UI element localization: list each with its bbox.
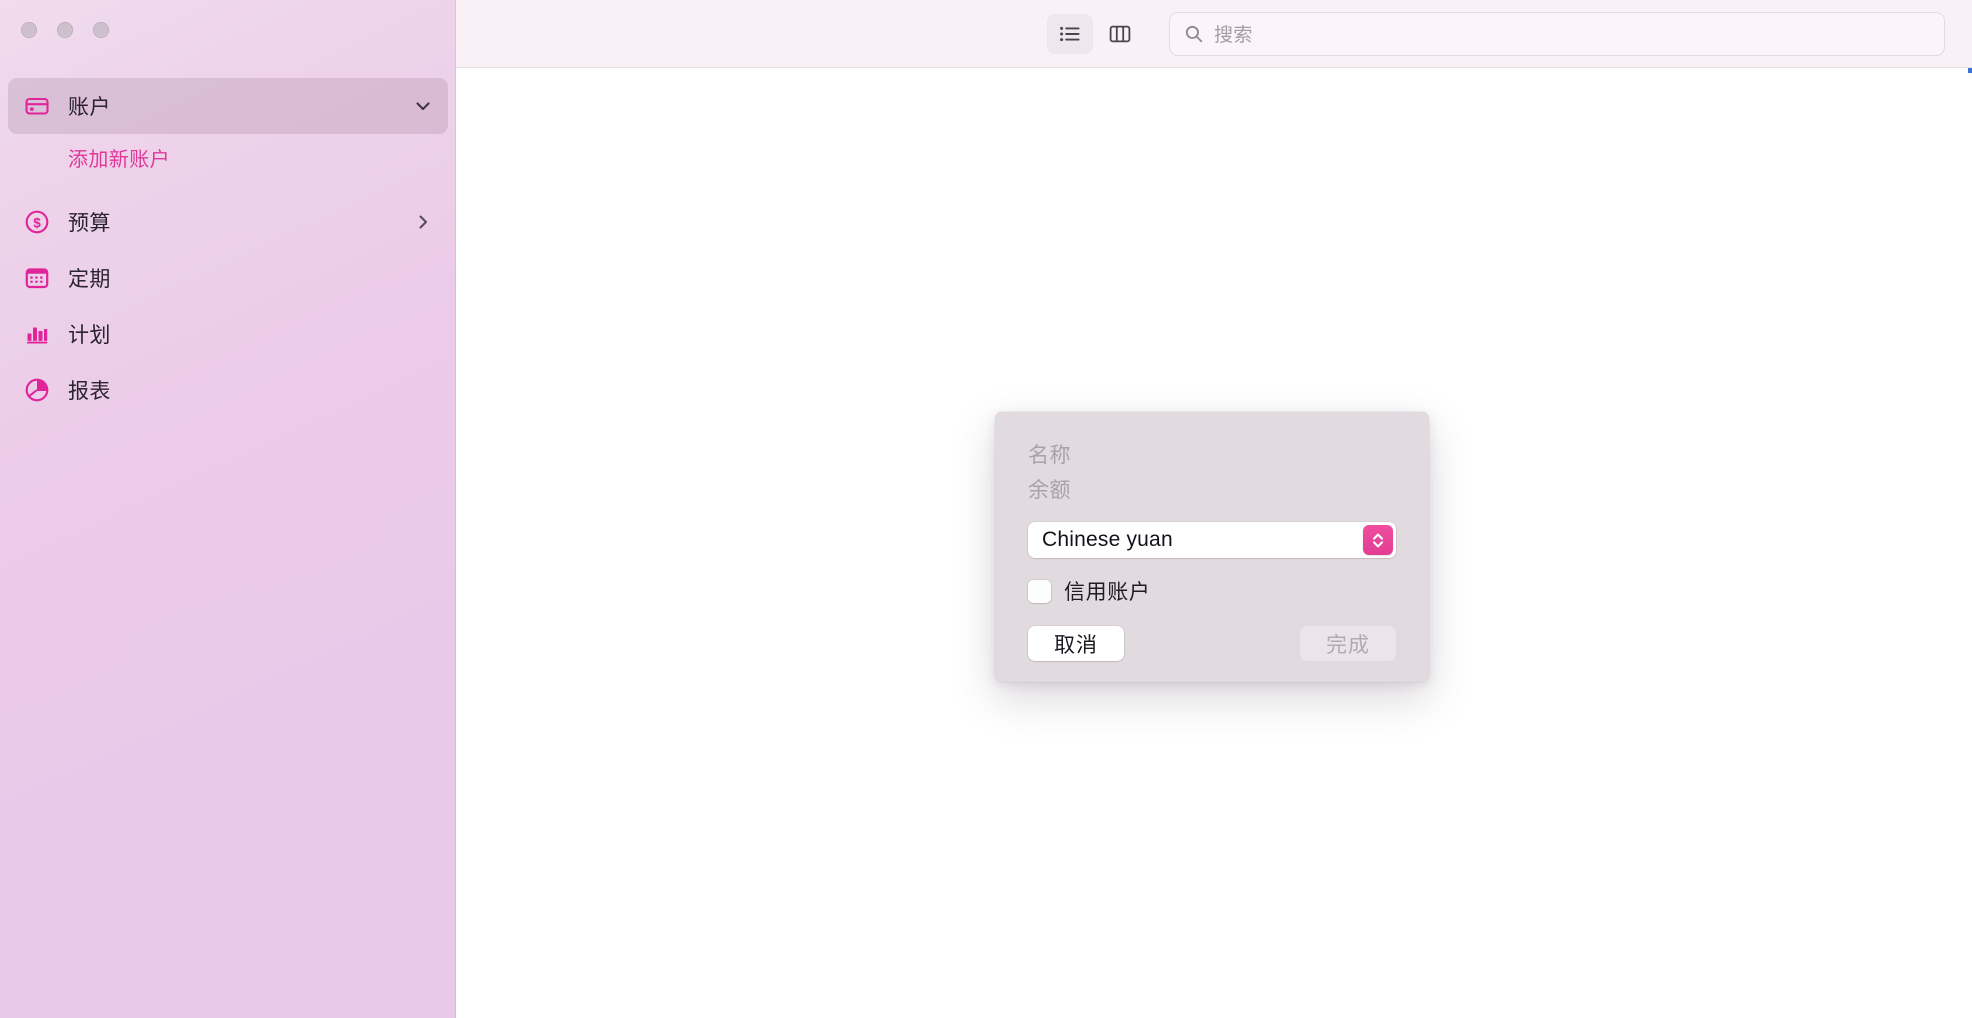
- toolbar: 搜索: [456, 0, 1972, 68]
- name-field[interactable]: 名称: [1028, 438, 1396, 473]
- window-controls: [21, 22, 109, 38]
- content-area: 名称 余额 Chinese yuan 信用账户 取消 完成: [456, 68, 1972, 1018]
- sidebar-item-reports[interactable]: 报表: [8, 362, 448, 418]
- credit-account-row[interactable]: 信用账户: [1028, 576, 1396, 606]
- chevron-right-icon[interactable]: [412, 211, 434, 233]
- chevron-down-icon[interactable]: [412, 95, 434, 117]
- dollar-circle-icon: $: [22, 207, 52, 237]
- minimize-button[interactable]: [57, 22, 73, 38]
- sidebar-item-plan[interactable]: 计划: [8, 306, 448, 362]
- sidebar-item-label: 计划: [68, 324, 111, 347]
- sidebar-item-label: 报表: [68, 380, 111, 403]
- done-button[interactable]: 完成: [1300, 626, 1396, 661]
- sidebar-nav: 账户 添加新账户 $ 预算 定期 计划 报表: [0, 78, 456, 418]
- credit-account-label: 信用账户: [1064, 581, 1151, 604]
- list-view-icon[interactable]: [1047, 13, 1093, 54]
- column-view-icon[interactable]: [1097, 14, 1143, 54]
- sidebar-item-budget[interactable]: $ 预算: [8, 194, 448, 250]
- search-placeholder: 搜索: [1214, 25, 1253, 46]
- credit-account-checkbox[interactable]: [1028, 579, 1051, 603]
- sidebar-item-accounts[interactable]: 账户: [8, 78, 448, 134]
- sidebar-item-add-new-account[interactable]: 添加新账户: [0, 134, 456, 180]
- currency-select-value: Chinese yuan: [1042, 528, 1173, 551]
- dialog-button-row: 取消 完成: [1028, 626, 1396, 661]
- sidebar-item-label: 定期: [68, 268, 111, 291]
- add-account-dialog: 名称 余额 Chinese yuan 信用账户 取消 完成: [995, 412, 1429, 682]
- credit-card-icon: [22, 91, 52, 121]
- zoom-button[interactable]: [93, 22, 109, 38]
- balance-field[interactable]: 余额: [1028, 473, 1396, 508]
- sidebar-item-recurring[interactable]: 定期: [8, 250, 448, 306]
- pie-chart-icon: [22, 375, 52, 405]
- close-button[interactable]: [21, 22, 37, 38]
- bar-chart-icon: [22, 319, 52, 349]
- sidebar-subitem-label: 添加新账户: [68, 148, 170, 171]
- search-icon: [1184, 24, 1204, 44]
- calendar-icon: [22, 263, 52, 293]
- sidebar-item-label: 账户: [68, 96, 111, 119]
- app-window: 账户 添加新账户 $ 预算 定期 计划 报表 搜索 名称 余额 Chinese …: [0, 0, 1972, 1018]
- main-area: 搜索 名称 余额 Chinese yuan 信用账户 取消 完成: [456, 0, 1972, 1018]
- search-input[interactable]: 搜索: [1169, 11, 1945, 56]
- currency-select[interactable]: Chinese yuan: [1028, 522, 1396, 558]
- svg-text:$: $: [33, 215, 41, 230]
- stepper-updown-icon[interactable]: [1363, 525, 1393, 555]
- sidebar: 账户 添加新账户 $ 预算 定期 计划 报表: [0, 0, 456, 1018]
- cancel-button[interactable]: 取消: [1028, 626, 1124, 661]
- sidebar-item-label: 预算: [68, 212, 111, 235]
- corner-accent: [1968, 68, 1972, 73]
